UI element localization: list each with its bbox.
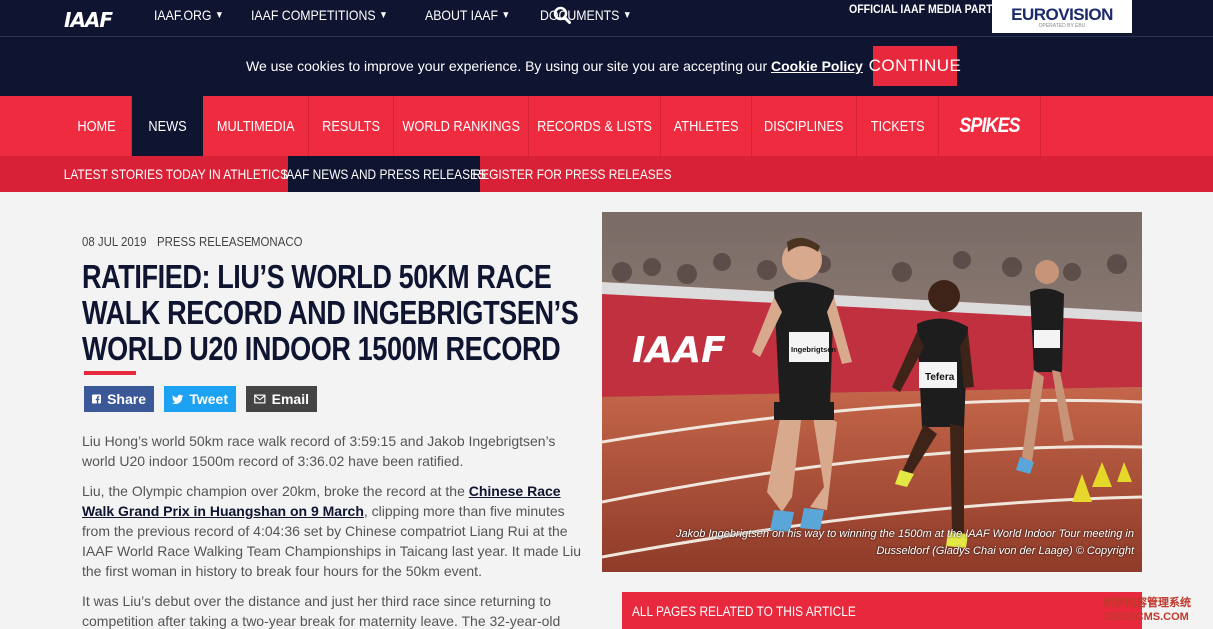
watermark: 织梦内容管理系统 DEDECMS.COM — [1103, 596, 1191, 624]
facebook-icon — [92, 394, 102, 404]
top-link-label: DOCUMENTS — [539, 7, 620, 23]
iaaf-logo[interactable]: IAAF — [64, 8, 113, 32]
nav-multimedia[interactable]: MULTIMEDIA — [203, 96, 309, 156]
top-nav: IAAF.ORG ▼ IAAF COMPETITIONS ▼ ABOUT IAAF ▼… — [154, 0, 662, 30]
title-underline — [84, 371, 136, 375]
top-link-label: IAAF COMPETITIONS — [251, 7, 376, 23]
share-label: Share — [107, 391, 146, 407]
twitter-share-button[interactable]: Tweet — [164, 386, 236, 412]
watermark-line: 织梦内容管理系统 — [1103, 597, 1191, 609]
cookie-policy-link[interactable]: Cookie Policy — [771, 58, 863, 74]
continue-button[interactable]: CONTINUE — [869, 46, 961, 86]
nav-spikes[interactable]: SPIKES — [939, 96, 1041, 156]
nav-label: TICKETS — [870, 117, 925, 135]
subnav-iaaf-news[interactable]: IAAF NEWS AND PRESS RELEASES — [282, 156, 486, 192]
nav-label: MULTIMEDIA — [216, 117, 295, 135]
headline-line: WORLD U20 INDOOR 1500M RECORD — [82, 330, 561, 367]
main-nav: HOME NEWS MULTIMEDIA RESULTS WORLD RANKI… — [0, 96, 1213, 156]
nav-disciplines[interactable]: DISCIPLINES — [752, 96, 857, 156]
search-icon[interactable] — [553, 6, 571, 24]
cookie-text: We use cookies to improve your experienc… — [246, 58, 772, 74]
share-label: Email — [271, 391, 309, 407]
twitter-icon — [172, 394, 184, 404]
banner-iaaf-text: IAAF — [632, 330, 726, 371]
subnav-label: LATEST STORIES — [63, 166, 163, 182]
subnav-label: REGISTER FOR PRESS RELEASES — [472, 166, 673, 182]
subnav-label: IAAF NEWS AND PRESS RELEASES — [282, 166, 486, 182]
paragraph: It was Liu’s debut over the distance and… — [82, 593, 561, 629]
chevron-down-icon: ▼ — [501, 9, 511, 21]
paragraph: Liu Hong’s world 50km race walk record o… — [82, 433, 556, 469]
share-label: Tweet — [189, 391, 228, 407]
envelope-icon — [254, 394, 266, 404]
nav-label: NEWS — [148, 117, 187, 135]
chevron-down-icon: ▼ — [379, 9, 389, 21]
eurovision-logo[interactable]: EUROVISION OPERATED BY EBU — [992, 0, 1132, 33]
top-link-label: ABOUT IAAF — [424, 7, 498, 23]
email-share-button[interactable]: Email — [246, 386, 317, 412]
sub-nav: LATEST STORIES TODAY IN ATHLETICS IAAF N… — [0, 156, 1213, 192]
nav-records-lists[interactable]: RECORDS & LISTS — [529, 96, 661, 156]
partner-sub: OPERATED BY EBU — [1038, 22, 1086, 29]
article-body: Liu Hong’s world 50km race walk record o… — [82, 431, 584, 629]
nav-results[interactable]: RESULTS — [309, 96, 394, 156]
chevron-down-icon: ▼ — [215, 9, 224, 21]
subnav-label: TODAY IN ATHLETICS — [165, 166, 288, 182]
nav-tickets[interactable]: TICKETS — [857, 96, 939, 156]
nav-label: RESULTS — [322, 117, 380, 135]
media-partner-label: OFFICIAL IAAF MEDIA PARTNER — [849, 2, 1015, 16]
top-link-label: IAAF.ORG — [154, 7, 212, 23]
nav-label: WORLD RANKINGS — [402, 117, 520, 135]
photo-caption: Jakob Ingebrigtsen on his way to winning… — [676, 528, 1134, 557]
nav-home[interactable]: HOME — [61, 96, 132, 156]
subnav-register[interactable]: REGISTER FOR PRESS RELEASES — [473, 156, 672, 192]
top-link-about[interactable]: ABOUT IAAF ▼ — [425, 7, 510, 23]
spikes-logo: SPIKES — [959, 114, 1020, 137]
watermark-line: DEDECMS.COM — [1105, 611, 1189, 623]
headline-line: RATIFIED: LIU’S WORLD 50KM RACE — [82, 258, 552, 295]
cookie-message: We use cookies to improve your experienc… — [246, 58, 863, 74]
top-bar: IAAF IAAF.ORG ▼ IAAF COMPETITIONS ▼ ABOUT … — [0, 0, 1213, 36]
bib-tefera: Tefera — [925, 372, 955, 383]
nav-label: RECORDS & LISTS — [537, 117, 652, 135]
race-photo-illustration: IAAF Ingebrigtsen J. Tefera — [602, 212, 1142, 572]
article-location[interactable]: MONACO — [251, 234, 302, 249]
page-title: RATIFIED: LIU’S WORLD 50KM RACE WALK REC… — [82, 259, 582, 367]
bib-ingebrigtsen: Ingebrigtsen J. — [791, 345, 844, 354]
related-title: ALL PAGES RELATED TO THIS ARTICLE — [632, 602, 856, 619]
article-date: 08 JUL 2019 — [82, 234, 147, 249]
nav-label: DISCIPLINES — [764, 117, 844, 135]
subnav-today-in-athletics[interactable]: TODAY IN ATHLETICS — [165, 156, 288, 192]
nav-label: ATHLETES — [673, 117, 739, 135]
article-category[interactable]: PRESS RELEASE — [157, 234, 252, 249]
paragraph: Liu, the Olympic champion over 20km, bro… — [82, 481, 584, 581]
facebook-share-button[interactable]: Share — [84, 386, 154, 412]
nav-label: HOME — [76, 117, 116, 135]
nav-world-rankings[interactable]: WORLD RANKINGS — [394, 96, 529, 156]
paragraph-text: Liu, the Olympic champion over 20km, bro… — [82, 483, 469, 499]
nav-news[interactable]: NEWS — [132, 96, 203, 156]
chevron-down-icon: ▼ — [622, 9, 632, 21]
nav-athletes[interactable]: ATHLETES — [661, 96, 752, 156]
subnav-latest-stories[interactable]: LATEST STORIES — [61, 156, 165, 192]
partner-name: EUROVISION — [1011, 4, 1113, 24]
cookie-banner: We use cookies to improve your experienc… — [0, 36, 1213, 96]
top-link-competitions[interactable]: IAAF COMPETITIONS ▼ — [251, 7, 388, 23]
top-link-iaaf-org[interactable]: IAAF.ORG ▼ — [154, 7, 224, 23]
article-photo: IAAF Ingebrigtsen J. Tefera Jakob Ingebr… — [602, 212, 1142, 572]
headline-line: WALK RECORD AND INGEBRIGTSEN’S — [82, 294, 579, 331]
related-pages-header[interactable]: ALL PAGES RELATED TO THIS ARTICLE — [622, 592, 1142, 629]
article-meta: 08 JUL 2019 PRESS RELEASE MONACO — [82, 234, 310, 249]
